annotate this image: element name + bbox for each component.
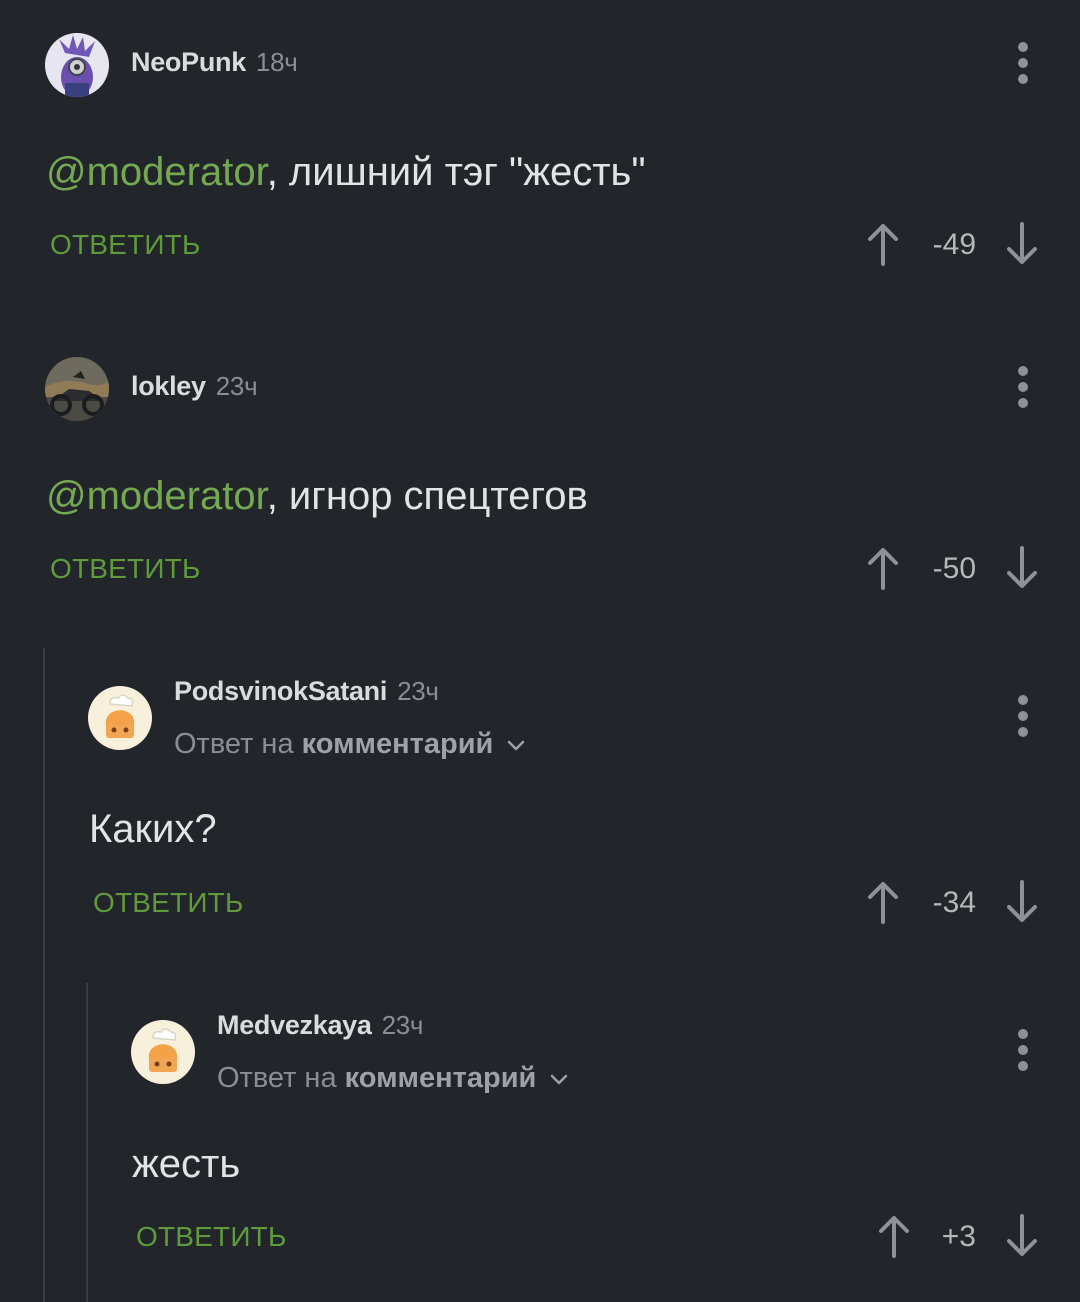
reply-target[interactable]: комментарий — [345, 1062, 537, 1094]
comment-time: 23ч — [397, 676, 439, 706]
downvote-arrow-icon[interactable] — [1005, 1214, 1039, 1258]
comment-author[interactable]: PodsvinokSatani 23ч — [174, 676, 439, 707]
reply-button[interactable]: ОТВЕТИТЬ — [50, 553, 201, 585]
motorcycle-avatar-icon — [45, 357, 109, 421]
upvote-arrow-icon[interactable] — [866, 222, 900, 266]
reply-to-link[interactable]: Ответ на комментарий — [217, 1062, 568, 1095]
reply-to-link[interactable]: Ответ на комментарий — [174, 728, 525, 761]
comment-text: Каких? — [89, 807, 217, 852]
comment-body: , игнор спецтегов — [266, 474, 588, 518]
comment-time: 18ч — [255, 47, 298, 77]
chef-avatar-icon — [131, 1020, 195, 1084]
comment-body: , лишний тэг "жесть" — [266, 150, 646, 194]
downvote-arrow-icon[interactable] — [1005, 546, 1039, 590]
comment-author[interactable]: lokley 23ч — [131, 371, 258, 402]
upvote-arrow-icon[interactable] — [866, 880, 900, 924]
author-name[interactable]: NeoPunk — [131, 47, 246, 77]
reply-button[interactable]: ОТВЕТИТЬ — [136, 1221, 287, 1253]
reply-prefix: Ответ на — [174, 728, 294, 760]
comment-score: -50 — [932, 552, 976, 585]
comment-author[interactable]: NeoPunk 18ч — [131, 47, 298, 78]
more-options-icon[interactable] — [1013, 42, 1033, 86]
author-avatar[interactable] — [88, 686, 152, 750]
author-avatar[interactable] — [45, 33, 109, 97]
author-name[interactable]: lokley — [131, 371, 206, 401]
comment-score: -49 — [932, 228, 976, 261]
author-avatar[interactable] — [45, 357, 109, 421]
chevron-down-icon[interactable] — [507, 736, 525, 754]
reply-button[interactable]: ОТВЕТИТЬ — [50, 229, 201, 261]
chef-avatar-icon — [88, 686, 152, 750]
mention-link[interactable]: @moderator — [46, 474, 267, 518]
comment-score: +3 — [941, 1220, 976, 1253]
reply-button[interactable]: ОТВЕТИТЬ — [93, 887, 244, 919]
mention-link[interactable]: @moderator — [46, 150, 267, 194]
comment-text: @moderator, лишний тэг "жесть" — [46, 150, 646, 195]
reply-target[interactable]: комментарий — [302, 728, 494, 760]
upvote-arrow-icon[interactable] — [866, 546, 900, 590]
chevron-down-icon[interactable] — [550, 1070, 568, 1088]
comment-score: -34 — [932, 886, 976, 919]
author-name[interactable]: Medvezkaya — [217, 1010, 372, 1040]
thread-line-level-2 — [86, 983, 88, 1302]
comment-body: Каких? — [89, 807, 217, 851]
comment-body: жесть — [132, 1142, 241, 1186]
thread-line-level-1 — [43, 648, 45, 1302]
downvote-arrow-icon[interactable] — [1005, 880, 1039, 924]
comment-time: 23ч — [215, 371, 258, 401]
comment-text: @moderator, игнор спецтегов — [46, 474, 588, 519]
reply-prefix: Ответ на — [217, 1062, 337, 1094]
comment-text: жесть — [132, 1142, 240, 1187]
comment-time: 23ч — [381, 1010, 424, 1040]
more-options-icon[interactable] — [1013, 366, 1033, 410]
comment-author[interactable]: Medvezkaya 23ч — [217, 1010, 423, 1041]
more-options-icon[interactable] — [1013, 695, 1033, 739]
minion-avatar-icon — [45, 33, 109, 97]
more-options-icon[interactable] — [1013, 1029, 1033, 1073]
author-avatar[interactable] — [131, 1020, 195, 1084]
downvote-arrow-icon[interactable] — [1005, 222, 1039, 266]
author-name[interactable]: PodsvinokSatani — [174, 676, 387, 706]
